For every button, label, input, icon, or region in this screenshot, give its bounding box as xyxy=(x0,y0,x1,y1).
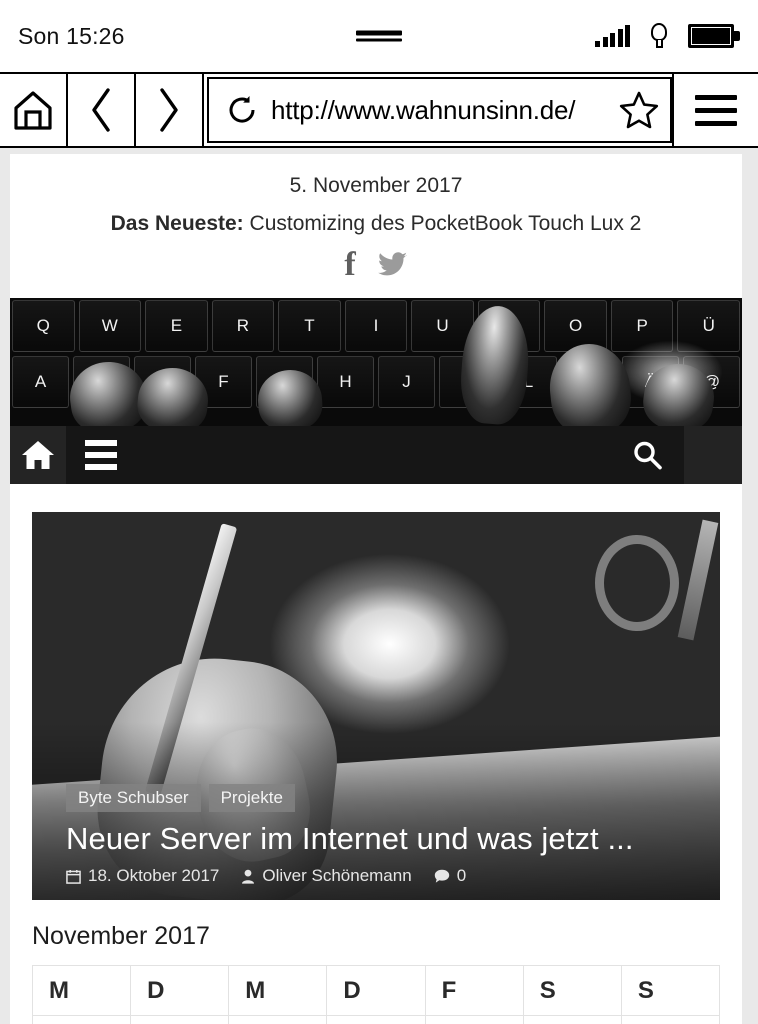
calendar-day-cell xyxy=(31,1015,132,1024)
light-bulb-icon[interactable] xyxy=(648,23,670,49)
calendar-header-row: M D M D F S S xyxy=(31,965,721,1016)
user-icon xyxy=(242,869,255,884)
background-bar-shape xyxy=(677,519,719,641)
calendar-weekday: F xyxy=(424,965,524,1016)
star-icon[interactable] xyxy=(618,89,660,131)
twitter-icon[interactable] xyxy=(377,252,408,278)
forward-chevron-icon xyxy=(160,88,178,132)
nav-home-button[interactable] xyxy=(10,426,66,484)
meta-comments-count: 0 xyxy=(456,866,467,885)
category-badges: Byte Schubser Projekte xyxy=(66,783,720,812)
search-icon xyxy=(634,441,662,470)
status-indicators xyxy=(595,23,740,49)
status-clock: Son 15:26 xyxy=(18,22,125,49)
keyboard-key: I xyxy=(344,300,408,352)
comment-icon xyxy=(434,869,449,883)
page-indicator-bar-thin xyxy=(356,38,402,42)
keyboard-key: A xyxy=(12,356,69,408)
site-header: 5. November 2017 Das Neueste: Customizin… xyxy=(10,154,742,298)
category-badge[interactable]: Projekte xyxy=(208,783,295,812)
keyboard-key: Q xyxy=(12,300,75,352)
calendar-day-cell[interactable]: 2 xyxy=(326,1015,426,1024)
url-text[interactable]: http://www.wahnunsinn.de/ xyxy=(271,95,606,126)
page-indicator-icon xyxy=(356,30,402,42)
site-date: 5. November 2017 xyxy=(289,174,463,197)
web-viewport[interactable]: 5. November 2017 Das Neueste: Customizin… xyxy=(0,148,758,1024)
calendar-weekday: D xyxy=(130,965,230,1016)
site-nav-bar xyxy=(10,426,742,484)
keyboard-key: W xyxy=(78,300,142,352)
meta-comments: 0 xyxy=(434,866,466,886)
calendar-weekday: S xyxy=(620,965,721,1016)
social-links: f xyxy=(24,248,728,282)
calendar-day-cell[interactable]: 1 xyxy=(228,1015,328,1024)
home-button[interactable] xyxy=(0,74,68,146)
browser-toolbar: http://www.wahnunsinn.de/ xyxy=(0,74,758,148)
calendar-day-cell[interactable]: 5 xyxy=(620,1015,721,1024)
calendar-weekday: S xyxy=(522,965,622,1016)
page-indicator-bar-thick xyxy=(356,30,402,36)
calendar-widget: November 2017 M D M D F S S xyxy=(10,900,742,1024)
featured-article-section: Byte Schubser Projekte Neuer Server im I… xyxy=(10,484,742,900)
hamburger-menu-icon xyxy=(695,94,737,126)
battery-full-icon xyxy=(688,24,740,48)
home-icon xyxy=(14,91,52,130)
calendar-day-cell xyxy=(130,1015,230,1024)
signal-bars-icon xyxy=(595,25,630,47)
calendar-week-row: 1 2 3 4 5 xyxy=(31,1015,721,1024)
featured-article-overlay: Byte Schubser Projekte Neuer Server im I… xyxy=(32,783,720,900)
address-bar[interactable]: http://www.wahnunsinn.de/ xyxy=(207,77,672,143)
calendar-weekday: D xyxy=(326,965,426,1016)
featured-article-card[interactable]: Byte Schubser Projekte Neuer Server im I… xyxy=(32,512,720,900)
calendar-weekday: M xyxy=(228,965,328,1016)
meta-author: Oliver Schönemann xyxy=(241,866,412,886)
back-button[interactable] xyxy=(68,74,136,146)
status-bar: Son 15:26 xyxy=(0,0,758,74)
featured-article-meta: 18. Oktober 2017 Oliver Schönemann 0 xyxy=(66,866,720,886)
finger-shape xyxy=(545,340,635,426)
reload-icon[interactable] xyxy=(225,93,259,127)
meta-date-text: 18. Oktober 2017 xyxy=(88,866,220,885)
keyboard-key: E xyxy=(145,300,208,352)
site-latest-line: Das Neueste: Customizing des PocketBook … xyxy=(24,212,728,236)
device-screen: Son 15:26 http://www.wahnunsinn.de/ 5. N… xyxy=(0,0,758,1024)
facebook-icon[interactable]: f xyxy=(344,248,355,282)
meta-author-text[interactable]: Oliver Schönemann xyxy=(262,866,411,886)
calendar-title: November 2017 xyxy=(32,922,210,950)
nav-search-button[interactable] xyxy=(610,426,684,484)
background-ring-shape xyxy=(594,535,679,632)
calendar-icon xyxy=(66,869,81,884)
calendar-weekday: M xyxy=(31,965,132,1016)
featured-article-title[interactable]: Neuer Server im Internet und was jetzt .… xyxy=(66,821,720,856)
latest-label: Das Neueste: xyxy=(110,212,244,235)
category-badge[interactable]: Byte Schubser xyxy=(66,783,201,812)
back-chevron-icon xyxy=(92,88,110,132)
calendar-table: M D M D F S S 1 xyxy=(31,965,721,1024)
meta-date: 18. Oktober 2017 xyxy=(66,866,219,886)
home-icon xyxy=(22,441,54,469)
forward-button[interactable] xyxy=(136,74,204,146)
keyboard-key: H xyxy=(317,356,374,408)
latest-title[interactable]: Customizing des PocketBook Touch Lux 2 xyxy=(250,212,642,235)
keyboard-key: J xyxy=(378,356,435,408)
browser-menu-button[interactable] xyxy=(672,74,758,146)
keyboard-key: Ü xyxy=(677,300,741,352)
keyboard-key: P xyxy=(610,300,674,352)
keyboard-row-top: Q W E R T I U I O P Ü xyxy=(10,300,742,352)
hero-banner-image: Q W E R T I U I O P Ü A S D F G xyxy=(10,298,742,426)
keyboard-key: R xyxy=(211,300,275,352)
web-page: 5. November 2017 Das Neueste: Customizin… xyxy=(10,154,742,1024)
keyboard-key: T xyxy=(278,300,341,352)
hamburger-menu-icon xyxy=(85,440,117,470)
nav-menu-button[interactable] xyxy=(66,426,136,484)
calendar-day-cell[interactable]: 4 xyxy=(522,1015,622,1024)
calendar-day-cell[interactable]: 3 xyxy=(424,1015,524,1024)
nav-tail-block xyxy=(684,426,742,484)
